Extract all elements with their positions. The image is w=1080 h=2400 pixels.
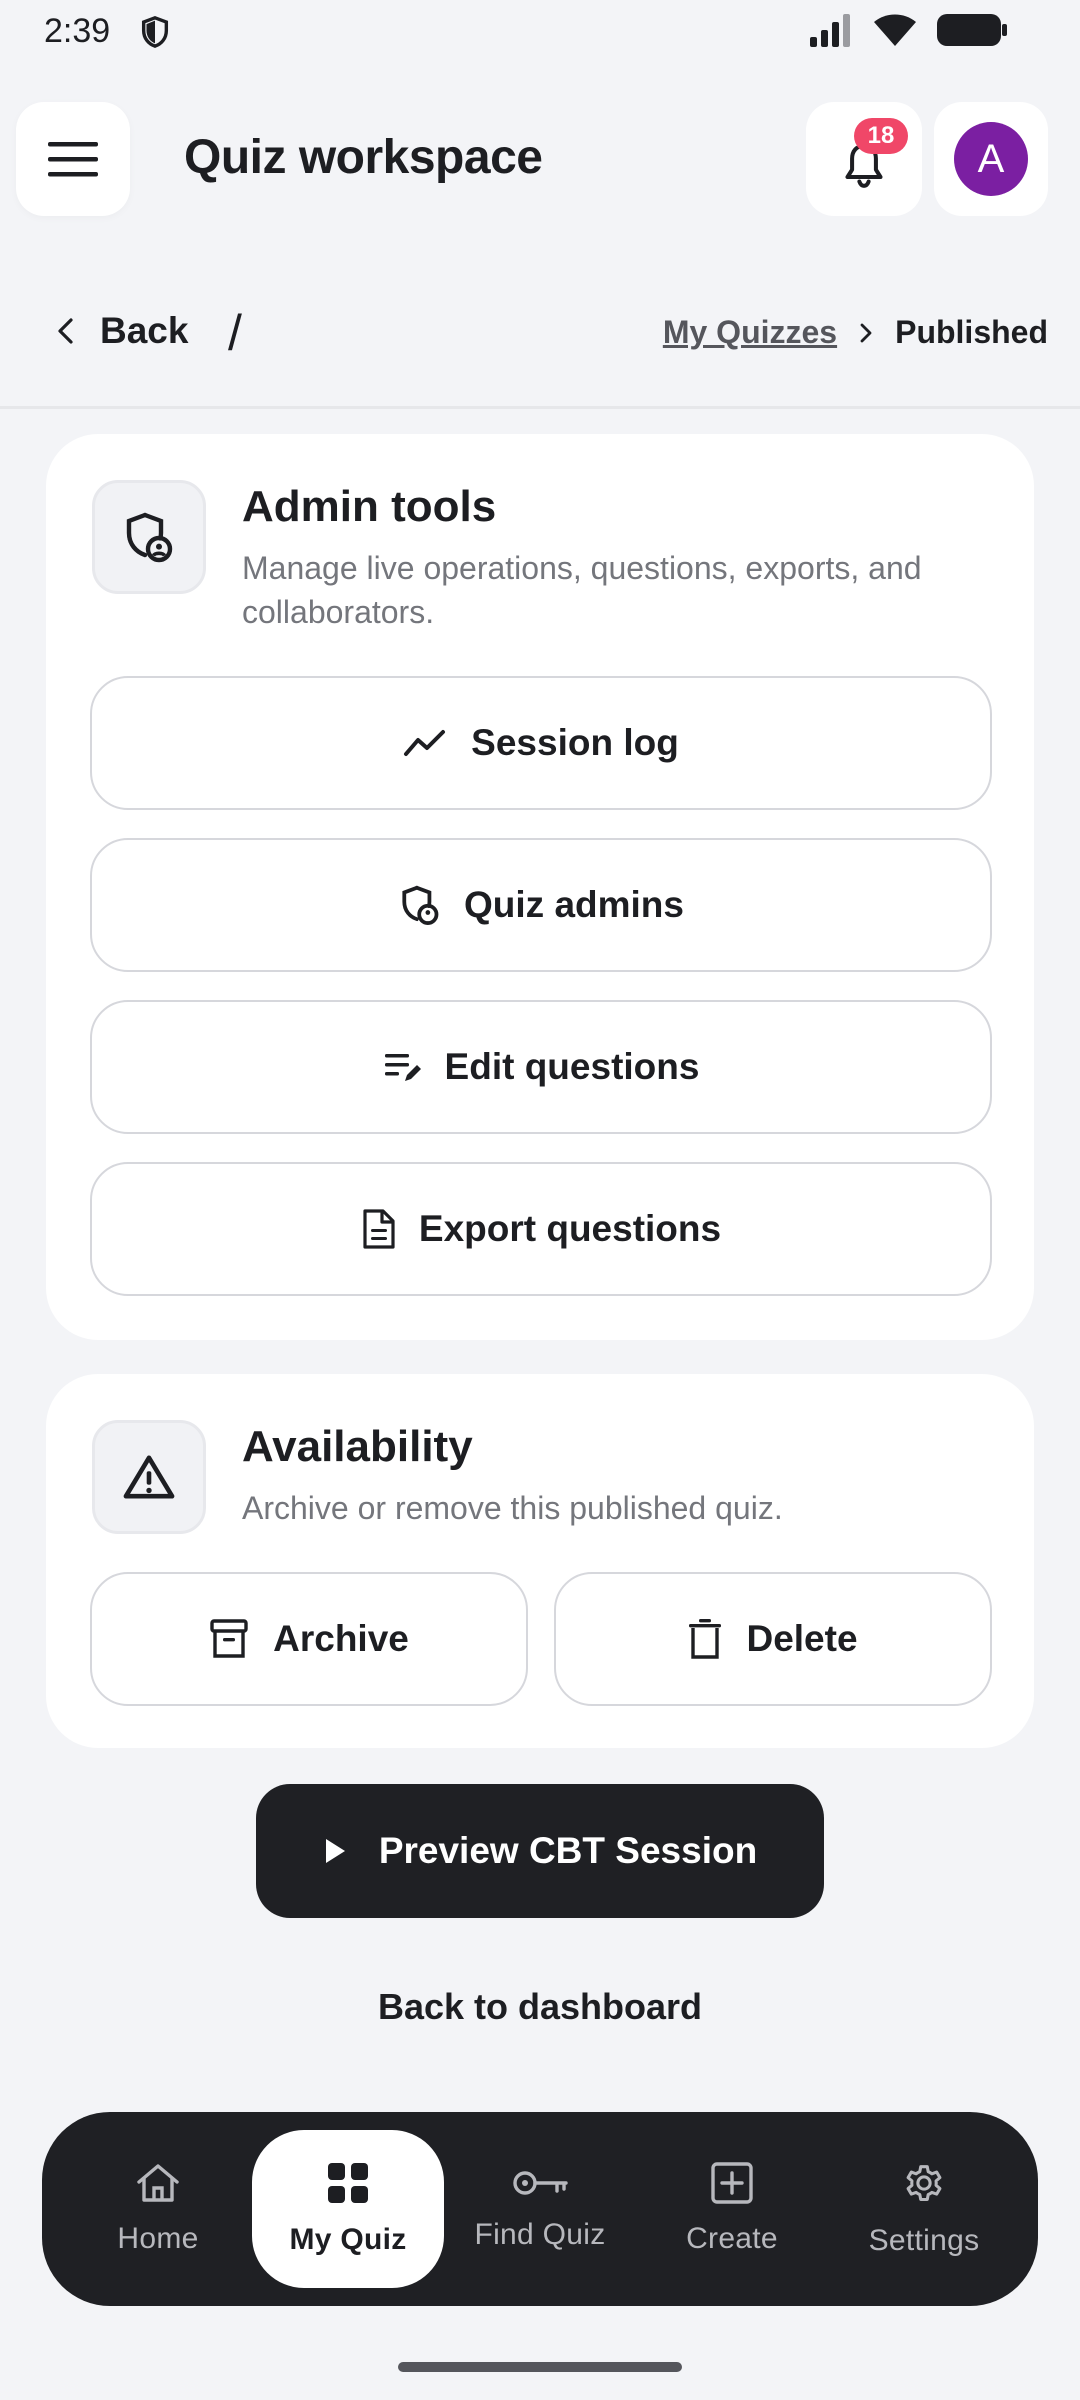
nav-home[interactable]: Home (62, 2130, 254, 2288)
back-button[interactable]: Back (56, 310, 188, 352)
availability-description: Archive or remove this published quiz. (242, 1490, 783, 1526)
nav-find-quiz[interactable]: Find Quiz (444, 2130, 636, 2288)
menu-button[interactable] (16, 102, 130, 216)
header-divider (0, 406, 1080, 409)
nav-find-quiz-label: Find Quiz (474, 2218, 606, 2251)
play-icon (325, 1839, 345, 1863)
archive-label: Archive (273, 1618, 409, 1659)
profile-button[interactable]: A (934, 102, 1048, 216)
session-log-label: Session log (471, 722, 679, 763)
breadcrumb-my-quizzes[interactable]: My Quizzes (663, 314, 837, 351)
breadcrumb-trail: My Quizzes Published (663, 314, 1048, 351)
nav-my-quiz-label: My Quiz (289, 2223, 407, 2256)
breadcrumb-current: Published (895, 314, 1048, 350)
nav-settings-label: Settings (868, 2224, 980, 2257)
notification-badge: 18 (854, 118, 908, 154)
status-bar: 2:39 (0, 0, 1080, 62)
document-icon (363, 1209, 395, 1249)
archive-icon (210, 1619, 248, 1658)
delete-button[interactable]: Delete (554, 1572, 992, 1706)
archive-button[interactable]: Archive (90, 1572, 528, 1706)
chevron-right-icon (860, 323, 872, 342)
gear-icon (906, 2165, 942, 2202)
shield-user-icon (402, 885, 439, 925)
nav-create-label: Create (686, 2222, 778, 2255)
trend-line-icon (404, 730, 446, 756)
delete-label: Delete (746, 1618, 858, 1659)
app-header: Quiz workspace 18 A (0, 100, 1080, 220)
nav-settings[interactable]: Settings (828, 2130, 1020, 2288)
wifi-icon (874, 14, 916, 46)
home-indicator[interactable] (398, 2362, 682, 2372)
edit-questions-button[interactable]: Edit questions (90, 1000, 992, 1134)
breadcrumb: Back / My Quizzes Published (0, 300, 1080, 370)
nav-home-label: Home (117, 2222, 199, 2255)
nav-create[interactable]: Create (636, 2130, 828, 2288)
vpn-shield-icon (141, 16, 169, 48)
export-questions-button[interactable]: Export questions (90, 1162, 992, 1296)
shield-user-icon (92, 480, 206, 594)
plus-square-icon (711, 2162, 753, 2204)
page-title: Quiz workspace (184, 131, 543, 184)
back-to-dashboard-link[interactable]: Back to dashboard (0, 1986, 1080, 2028)
breadcrumb-separator: / (228, 305, 242, 361)
battery-icon (937, 14, 1007, 46)
preview-label: Preview CBT Session (378, 1830, 758, 1871)
quiz-admins-label: Quiz admins (464, 884, 684, 925)
status-icons (808, 12, 1008, 48)
nav-my-quiz[interactable]: My Quiz (252, 2130, 444, 2288)
notifications-button[interactable]: 18 (806, 102, 922, 216)
admin-tools-description: Manage live operations, questions, expor… (242, 550, 922, 630)
admin-tools-card: Admin tools Manage live operations, ques… (46, 434, 1034, 1340)
avatar: A (954, 122, 1028, 196)
quiz-admins-button[interactable]: Quiz admins (90, 838, 992, 972)
export-questions-label: Export questions (418, 1208, 722, 1249)
hamburger-icon (48, 142, 98, 177)
preview-cbt-session-button[interactable]: Preview CBT Session (256, 1784, 824, 1918)
signal-icon (810, 14, 850, 47)
key-icon (513, 2171, 568, 2195)
availability-card: Availability Archive or remove this publ… (46, 1374, 1034, 1748)
availability-title: Availability (242, 1422, 473, 1471)
chevron-left-icon (58, 318, 73, 344)
trash-icon (689, 1619, 722, 1659)
back-label: Back (100, 310, 189, 351)
home-icon (137, 2164, 179, 2202)
session-log-button[interactable]: Session log (90, 676, 992, 810)
bottom-navigation: Home My Quiz Find Quiz Create Settings (42, 2112, 1038, 2306)
warning-icon (92, 1420, 206, 1534)
grid-icon (328, 2163, 368, 2203)
edit-list-icon (384, 1054, 421, 1081)
edit-questions-label: Edit questions (444, 1046, 700, 1087)
admin-tools-title: Admin tools (242, 482, 497, 531)
status-time: 2:39 (44, 12, 111, 50)
